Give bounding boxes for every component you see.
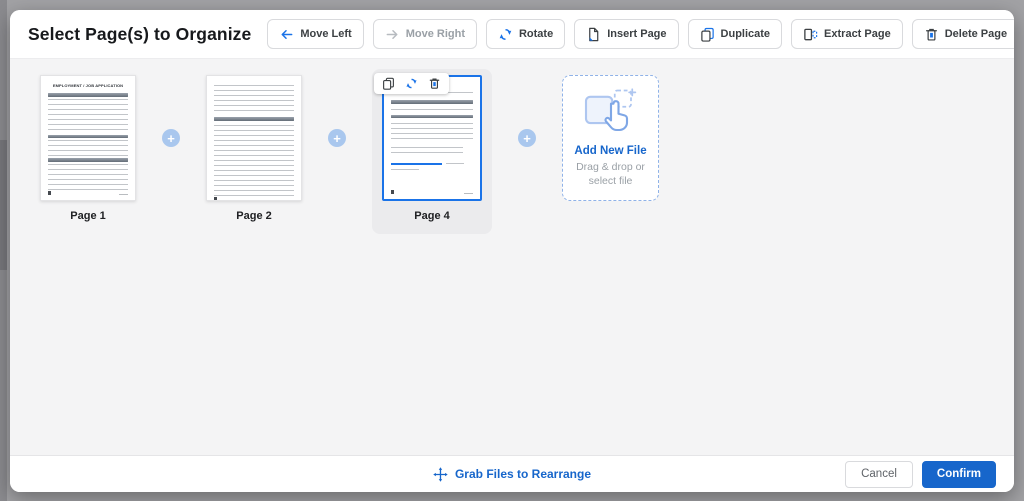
button-label: Move Right: [405, 28, 465, 40]
extract-page-button[interactable]: Extract Page: [791, 19, 903, 49]
delete-page-button[interactable]: Delete Page: [911, 19, 1014, 49]
dropzone-hint: Drag & drop or select file: [576, 160, 645, 188]
thumbnail-row: EMPLOYMENT / JOB APPLICATION Page 1 + Pa…: [10, 59, 1014, 234]
rotate-icon: [406, 78, 417, 89]
page-thumbnail-1[interactable]: EMPLOYMENT / JOB APPLICATION Page 1: [40, 75, 136, 222]
move-right-button[interactable]: Move Right: [372, 19, 477, 49]
duplicate-icon: [383, 77, 394, 90]
plus-circle-icon[interactable]: +: [328, 129, 346, 147]
dimmed-backdrop-edge-dark: [0, 140, 7, 270]
dropzone-hint-line1: Drag & drop or: [576, 160, 645, 173]
delete-page-icon: [925, 28, 937, 41]
add-file-hand-icon: [584, 88, 636, 131]
page-thumbnail-4-selected[interactable]: Page 4: [372, 69, 492, 234]
plus-circle-icon[interactable]: +: [162, 129, 180, 147]
button-label: Rotate: [518, 28, 554, 40]
insert-page-icon: [589, 27, 599, 41]
rotate-button[interactable]: Rotate: [485, 19, 566, 49]
move-arrows-icon: [433, 466, 448, 482]
grab-files-to-rearrange[interactable]: Grab Files to Rearrange: [433, 466, 592, 482]
insert-after-4: +: [518, 75, 536, 147]
extract-page-icon: [804, 28, 818, 40]
pages-canvas: EMPLOYMENT / JOB APPLICATION Page 1 + Pa…: [10, 58, 1014, 455]
duplicate-page-mini-button[interactable]: [382, 77, 395, 90]
grab-files-label: Grab Files to Rearrange: [454, 467, 592, 481]
add-new-file-dropzone[interactable]: Add New File Drag & drop or select file: [562, 75, 659, 201]
move-left-button[interactable]: Move Left: [267, 19, 364, 49]
button-label: Extract Page: [824, 28, 891, 40]
selected-page-mini-toolbar: [374, 73, 449, 94]
delete-page-mini-button[interactable]: [428, 77, 441, 90]
page-label: Page 2: [236, 210, 272, 222]
button-label: Move Left: [300, 28, 352, 40]
modal-header: Select Page(s) to Organize Move Left Mov…: [10, 10, 1014, 58]
plus-circle-icon[interactable]: +: [518, 129, 536, 147]
confirm-button[interactable]: Confirm: [921, 460, 996, 488]
duplicate-button[interactable]: Duplicate: [687, 19, 783, 49]
rotate-page-mini-button[interactable]: [405, 77, 418, 90]
page-1-preview: EMPLOYMENT / JOB APPLICATION: [40, 75, 136, 201]
doc-title-text: EMPLOYMENT / JOB APPLICATION: [52, 83, 124, 88]
arrow-left-icon: [281, 29, 293, 39]
rotate-icon: [499, 28, 512, 40]
button-label: Duplicate: [720, 28, 771, 40]
page-label: Page 1: [70, 210, 106, 222]
add-new-file-label: Add New File: [574, 144, 647, 157]
organize-pages-modal: Select Page(s) to Organize Move Left Mov…: [10, 10, 1014, 492]
cancel-button[interactable]: Cancel: [845, 460, 913, 488]
insert-page-button[interactable]: Insert Page: [574, 19, 679, 49]
insert-between-1-2: +: [162, 75, 180, 147]
duplicate-icon: [700, 27, 714, 42]
dropzone-hint-line2: select file: [588, 175, 633, 187]
modal-title: Select Page(s) to Organize: [28, 23, 252, 44]
page-thumbnail-2[interactable]: Page 2: [206, 75, 302, 222]
button-label: Delete Page: [944, 28, 1008, 40]
button-label: Insert Page: [607, 28, 667, 40]
trash-icon: [429, 78, 440, 89]
arrow-right-icon: [386, 29, 398, 39]
insert-between-2-4: +: [328, 75, 346, 147]
page-2-preview: [206, 75, 302, 201]
page-label: Page 4: [414, 210, 450, 222]
modal-footer: Grab Files to Rearrange Cancel Confirm: [10, 455, 1014, 492]
